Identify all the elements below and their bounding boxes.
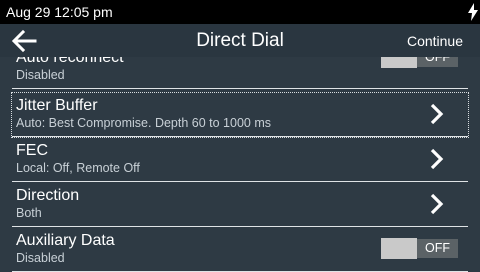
setting-title: Jitter Buffer	[16, 97, 98, 114]
chevron-right-icon	[430, 148, 444, 170]
setting-subtitle: Local: Off, Remote Off	[16, 161, 140, 175]
chevron-right-icon	[430, 103, 444, 125]
continue-button[interactable]: Continue	[407, 33, 463, 49]
setting-subtitle: Both	[16, 206, 42, 220]
setting-subtitle: Disabled	[16, 68, 65, 82]
arrow-left-icon	[11, 29, 37, 53]
setting-subtitle: Disabled	[16, 251, 65, 265]
app-bar: Direct Dial Continue	[0, 24, 480, 57]
setting-title: FEC	[16, 142, 48, 159]
back-button[interactable]	[9, 26, 39, 56]
setting-title: Auxiliary Data	[16, 232, 115, 249]
status-datetime: Aug 29 12:05 pm	[6, 4, 113, 20]
bolt-icon	[468, 3, 478, 21]
setting-title: Auto reconnect	[16, 57, 124, 66]
toggle-thumb	[381, 57, 417, 68]
setting-jitter-buffer[interactable]: Jitter Buffer Auto: Best Compromise. Dep…	[11, 92, 469, 138]
toggle-state-label: OFF	[417, 57, 458, 67]
toggle-thumb	[381, 238, 417, 259]
setting-direction[interactable]: Direction Both	[12, 183, 468, 227]
setting-title: Direction	[16, 187, 80, 204]
direct-dial-screen: Aug 29 12:05 pm Direct Dial Continue Aut…	[0, 0, 480, 272]
toggle-state-label: OFF	[417, 239, 458, 258]
setting-auto-reconnect[interactable]: Auto reconnect Disabled OFF	[12, 57, 468, 89]
auxiliary-data-toggle[interactable]: OFF	[381, 238, 458, 259]
setting-auxiliary-data[interactable]: Auxiliary Data Disabled OFF	[12, 228, 468, 272]
settings-list: Auto reconnect Disabled OFF Jitter Buffe…	[0, 57, 480, 272]
setting-subtitle: Auto: Best Compromise. Depth 60 to 1000 …	[16, 116, 271, 130]
status-bar: Aug 29 12:05 pm	[0, 0, 480, 24]
setting-fec[interactable]: FEC Local: Off, Remote Off	[12, 138, 468, 182]
chevron-right-icon	[430, 193, 444, 215]
auto-reconnect-toggle[interactable]: OFF	[381, 57, 458, 68]
